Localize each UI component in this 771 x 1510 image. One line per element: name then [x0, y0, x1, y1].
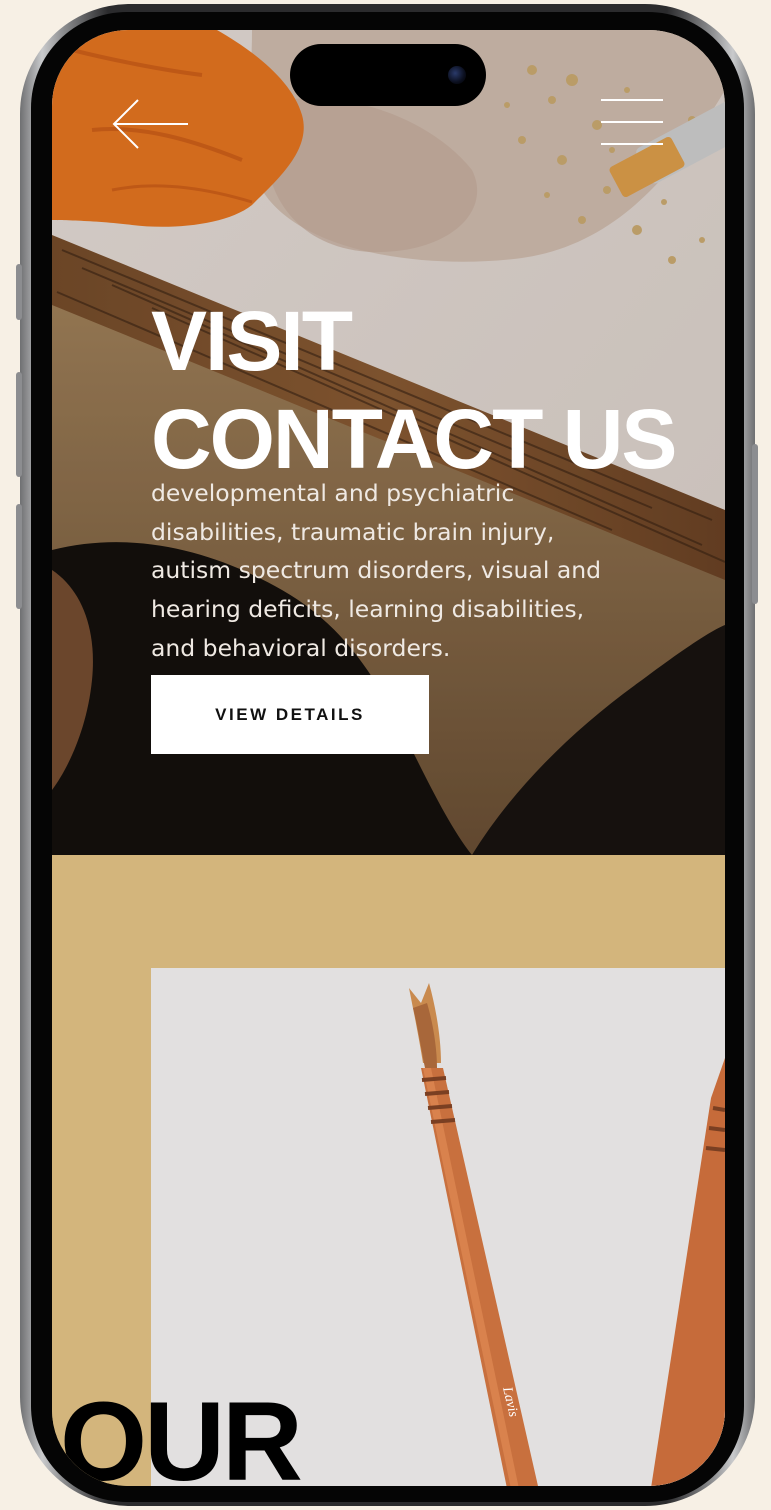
camera-lens-icon — [448, 66, 466, 84]
dynamic-island — [290, 44, 486, 106]
hero-title-line-1: VISIT — [151, 294, 353, 388]
hero-section: VISIT CONTACT US developmental and psych… — [52, 30, 725, 855]
hamburger-menu-icon[interactable] — [597, 96, 667, 148]
hero-description: developmental and psychiatric disabiliti… — [151, 479, 602, 662]
phone-screen: VISIT CONTACT US developmental and psych… — [52, 30, 725, 1486]
power-button — [752, 444, 758, 604]
volume-up-button — [16, 372, 22, 477]
hero-title: VISIT CONTACT US — [151, 292, 677, 488]
arrow-left-icon[interactable] — [108, 94, 192, 154]
back-arrow-glyph — [112, 99, 188, 149]
view-details-button[interactable]: VIEW DETAILS — [151, 675, 429, 754]
menu-lines-glyph — [601, 99, 663, 145]
section-heading: OUR — [60, 1379, 303, 1487]
action-button — [16, 264, 22, 320]
volume-down-button — [16, 504, 22, 609]
